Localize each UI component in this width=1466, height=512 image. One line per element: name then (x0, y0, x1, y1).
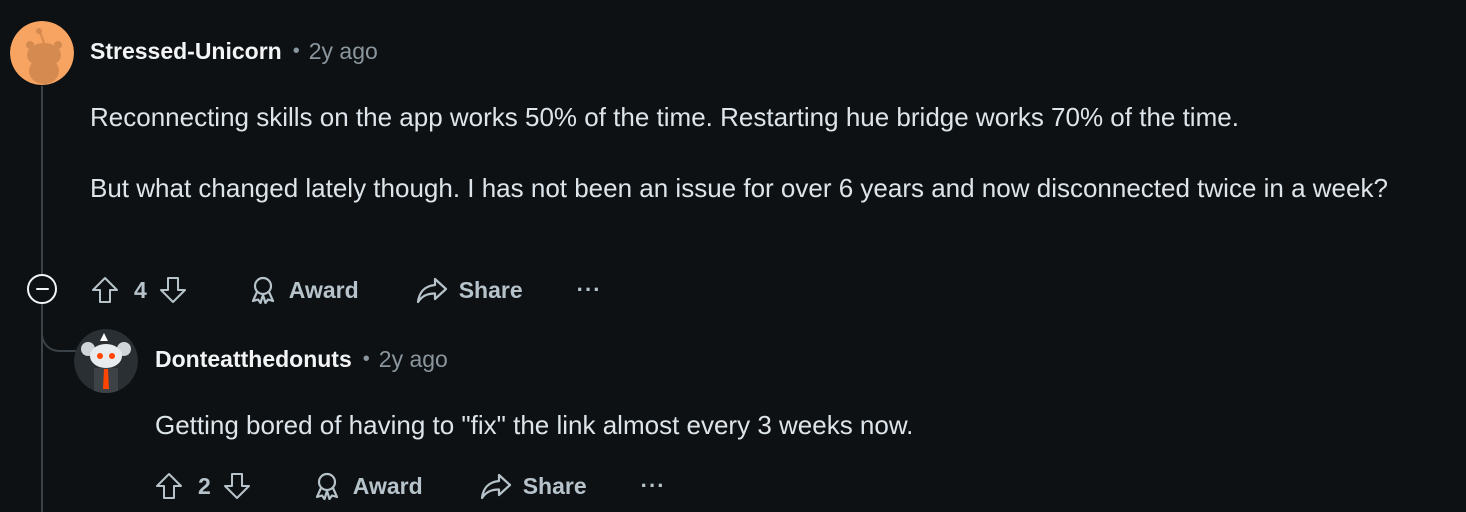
comment-meta: Donteatthedonuts • 2y ago (155, 346, 448, 373)
upvote-icon[interactable] (89, 270, 121, 310)
timestamp[interactable]: 2y ago (379, 346, 448, 373)
share-icon (479, 470, 513, 502)
comment-body-paragraph: Reconnecting skills on the app works 50%… (90, 102, 1239, 132)
award-label: Award (352, 472, 423, 499)
comment-thread: Stressed-Unicorn • 2y ago Reconnecting s… (0, 0, 1466, 512)
comment-body-paragraph: But what changed lately though. I has no… (90, 173, 1388, 203)
separator-dot: • (292, 40, 300, 62)
reply-branch-line (41, 300, 81, 352)
award-label: Award (288, 276, 359, 303)
more-options-button[interactable]: ··· (577, 270, 602, 310)
avatar[interactable] (74, 329, 138, 393)
username[interactable]: Donteatthedonuts (155, 346, 352, 373)
comment-actions: 2 Award Share ··· (153, 466, 666, 506)
collapse-button[interactable] (27, 274, 57, 304)
vote-score: 4 (134, 276, 147, 303)
share-icon (415, 274, 449, 306)
comment-actions: 4 Award Share ··· (89, 270, 602, 310)
downvote-icon[interactable] (157, 270, 189, 310)
avatar[interactable] (10, 21, 74, 85)
separator-dot: • (362, 348, 370, 370)
award-icon (247, 274, 279, 306)
timestamp[interactable]: 2y ago (309, 38, 378, 65)
collapse-icon (35, 287, 49, 291)
share-button[interactable]: Share (415, 270, 523, 310)
vote-score: 2 (198, 472, 211, 499)
username[interactable]: Stressed-Unicorn (90, 38, 282, 65)
comment-meta: Stressed-Unicorn • 2y ago (90, 38, 378, 65)
thread-line[interactable] (41, 86, 43, 274)
upvote-icon[interactable] (153, 466, 185, 506)
downvote-icon[interactable] (221, 466, 253, 506)
share-label: Share (522, 472, 587, 499)
award-button[interactable]: Award (311, 466, 423, 506)
share-button[interactable]: Share (479, 466, 587, 506)
comment-body-paragraph: Getting bored of having to "fix" the lin… (155, 410, 914, 440)
more-options-button[interactable]: ··· (641, 466, 666, 506)
share-label: Share (458, 276, 523, 303)
award-button[interactable]: Award (247, 270, 359, 310)
award-icon (311, 470, 343, 502)
